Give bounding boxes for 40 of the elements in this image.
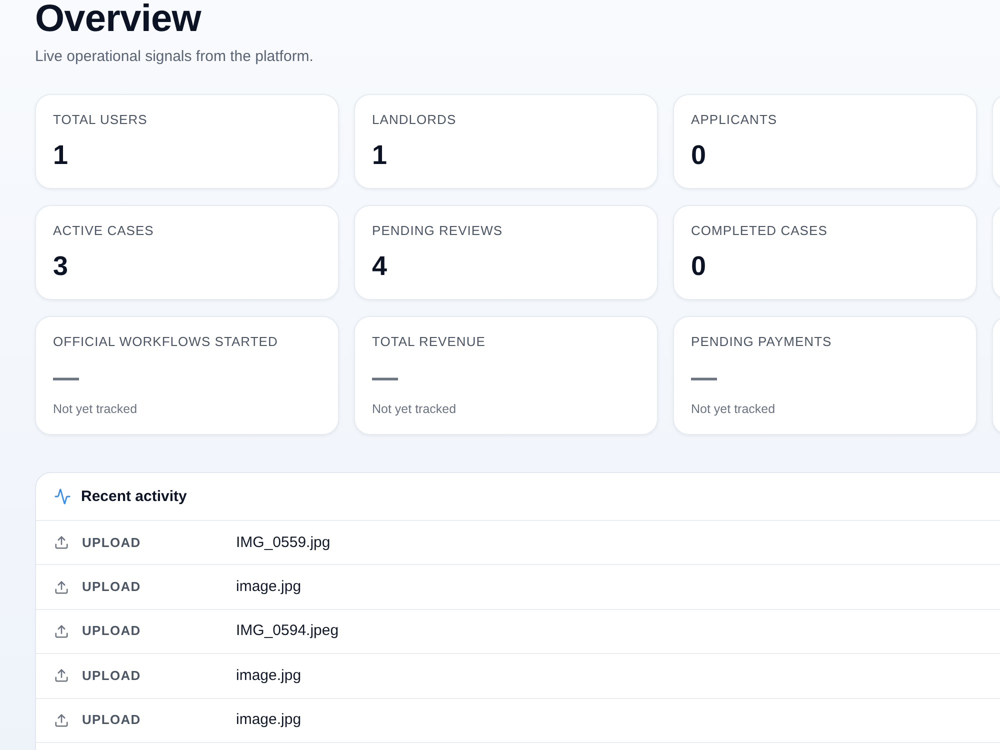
stat-label: PENDING PAYMENTS: [691, 334, 833, 350]
file-name: image.jpg: [236, 666, 302, 686]
stat-note: Not yet tracked: [691, 401, 776, 417]
stat-note: Not yet tracked: [372, 401, 456, 417]
stat-label: TOTAL USERS: [53, 112, 148, 128]
action-label: UPLOAD: [82, 712, 141, 728]
stat-label: OFFICIAL WORKFLOWS STARTED: [53, 334, 279, 350]
stat-label: TOTAL REVENUE: [372, 334, 486, 350]
stat-value: —: [372, 361, 398, 393]
pulse-icon: [54, 488, 71, 505]
page-title: Overview: [35, 0, 201, 38]
upload-icon: [54, 712, 69, 728]
action-label: UPLOAD: [82, 668, 141, 684]
action-label: UPLOAD: [82, 623, 141, 640]
action-label: UPLOAD: [82, 579, 141, 596]
stat-label: APPLICANTS: [691, 112, 778, 128]
stat-value: 0: [691, 250, 706, 282]
file-name: image.jpg: [236, 577, 302, 598]
upload-icon: [54, 535, 69, 550]
action-label: UPLOAD: [82, 534, 141, 551]
stat-value: —: [691, 361, 717, 393]
stat-value: 0: [691, 139, 706, 171]
file-name: IMG_0559.jpg: [236, 532, 330, 553]
stat-label: COMPLETED CASES: [691, 223, 828, 239]
stat-value: 3: [53, 250, 68, 282]
stat-label: LANDLORDS: [372, 112, 458, 128]
file-name: IMG_0594.jpeg: [236, 621, 339, 642]
stat-value: 1: [53, 139, 68, 171]
stat-value: 4: [372, 250, 388, 282]
stat-note: Not yet tracked: [53, 401, 138, 417]
upload-icon: [54, 580, 69, 595]
panel-title: Recent activity: [81, 486, 187, 506]
stat-value: —: [53, 361, 79, 393]
stat-label: PENDING REVIEWS: [372, 223, 504, 239]
stat-label: ACTIVE CASES: [53, 223, 155, 239]
upload-icon: [54, 668, 69, 684]
upload-icon: [54, 624, 69, 639]
stat-value: 1: [372, 139, 388, 171]
page-subtitle: Live operational signals from the platform.: [35, 47, 314, 67]
file-name: image.jpg: [236, 710, 302, 730]
